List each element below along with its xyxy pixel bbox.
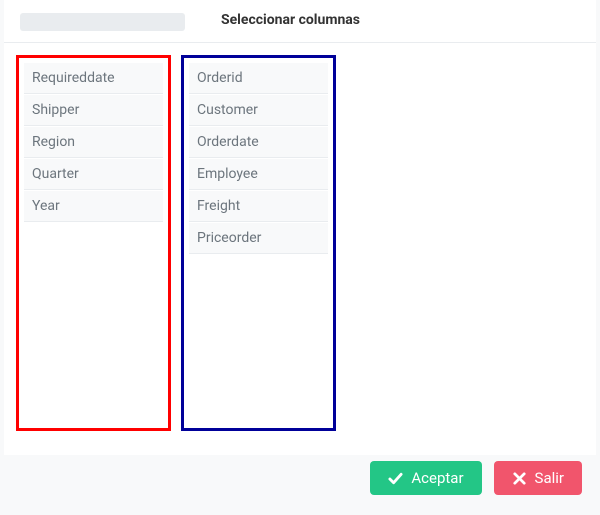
- list-item[interactable]: Requireddate: [24, 63, 163, 94]
- close-icon: [512, 471, 527, 486]
- list-item[interactable]: Customer: [189, 95, 328, 126]
- columns-area: Requireddate Shipper Region Quarter Year…: [4, 43, 596, 443]
- tab-bar: Seleccionar columnas: [4, 0, 596, 43]
- accept-button-label: Aceptar: [411, 469, 463, 487]
- list-item[interactable]: Employee: [189, 159, 328, 190]
- dialog-footer: Aceptar Salir: [0, 455, 600, 495]
- accept-button[interactable]: Aceptar: [370, 461, 481, 495]
- selected-columns-list[interactable]: Orderid Customer Orderdate Employee Frei…: [181, 55, 336, 431]
- tab-placeholder[interactable]: [20, 13, 185, 31]
- list-item[interactable]: Region: [24, 127, 163, 158]
- check-icon: [388, 471, 403, 486]
- list-item[interactable]: Freight: [189, 191, 328, 222]
- list-item[interactable]: Shipper: [24, 95, 163, 126]
- available-columns-list[interactable]: Requireddate Shipper Region Quarter Year: [16, 55, 171, 431]
- exit-button-label: Salir: [535, 469, 564, 487]
- dialog-container: Seleccionar columnas Requireddate Shippe…: [4, 0, 596, 455]
- tab-select-columns[interactable]: Seleccionar columnas: [201, 0, 380, 42]
- list-item[interactable]: Quarter: [24, 159, 163, 190]
- list-item[interactable]: Priceorder: [189, 223, 328, 254]
- list-item[interactable]: Orderid: [189, 63, 328, 94]
- list-item[interactable]: Year: [24, 191, 163, 222]
- exit-button[interactable]: Salir: [494, 461, 582, 495]
- list-item[interactable]: Orderdate: [189, 127, 328, 158]
